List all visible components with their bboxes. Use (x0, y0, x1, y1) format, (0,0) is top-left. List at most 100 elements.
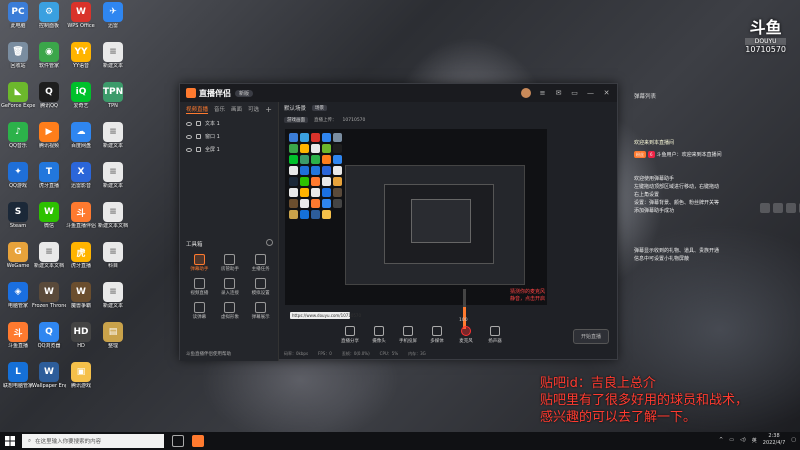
desktop-icon[interactable]: ≡ 新建文本 (96, 42, 130, 69)
desktop-icon[interactable]: ▤ 整理 (96, 322, 130, 349)
desktop-icon[interactable]: ≡ 新建文本文档 (96, 202, 130, 229)
desktop-icon[interactable]: ✦ QQ游戏 (1, 162, 35, 189)
scene-badge[interactable]: 场景 (312, 105, 328, 111)
user-avatar[interactable] (521, 88, 531, 98)
desktop-icon[interactable]: ▶ 腾讯视频 (32, 122, 66, 149)
desktop-icon[interactable]: ≡ 新建文本 (96, 122, 130, 149)
desktop-icon[interactable]: ≡ 新建文本 (96, 282, 130, 309)
message-icon[interactable]: ✉ (554, 89, 563, 98)
microphone-button[interactable]: 麦克风 (456, 326, 476, 344)
desktop-icon[interactable]: L 联想电脑管家 (1, 362, 35, 389)
notification-icon[interactable]: ▢ (791, 437, 796, 443)
restore-icon[interactable]: ▭ (570, 89, 579, 98)
desktop-icon[interactable]: ◉ 软件管家 (32, 42, 66, 69)
live-preview[interactable] (285, 129, 547, 305)
desktop-icon[interactable]: Q QQ浏览器 (32, 322, 66, 349)
tool-item[interactable]: 读弹幕 (184, 302, 215, 320)
app-icon: Q (39, 82, 59, 102)
close-icon[interactable]: ✕ (602, 89, 611, 98)
tool-item[interactable]: 虚拟形象 (215, 302, 246, 320)
desktop-icon[interactable]: ☁ 百度网盘 (64, 122, 98, 149)
tab-music[interactable]: 音乐 (214, 105, 225, 114)
desktop-icon[interactable]: 🗑 回收站 (1, 42, 35, 69)
tab-optional[interactable]: 可选 (248, 105, 259, 114)
minimize-icon[interactable]: — (586, 89, 595, 98)
tool-item[interactable]: 弹幕展示 (245, 302, 276, 320)
desktop-icon[interactable]: 斗斗鱼直播 (1, 322, 35, 349)
window-titlebar[interactable]: 直播伴侣 新版 ≡ ✉ ▭ — ✕ (180, 84, 617, 102)
lock-icon[interactable] (196, 121, 201, 126)
tool-item[interactable]: 视频直播 (184, 278, 215, 296)
volume-slider[interactable] (463, 289, 466, 329)
start-live-button[interactable]: 开始直播 (572, 329, 609, 344)
desktop-icon[interactable]: ≡ 科目 (96, 242, 130, 269)
desktop-icon[interactable]: ◈ 电脑管家 (1, 282, 35, 309)
desktop-icon[interactable]: iQ 爱奇艺 (64, 82, 98, 109)
tool-item[interactable]: 录入连接 (215, 278, 246, 296)
lock-icon[interactable] (196, 134, 201, 139)
desktop-icon[interactable]: 虎虎牙直播 (64, 242, 98, 269)
desktop-icon[interactable]: PC 此电脑 (1, 2, 35, 29)
help-link[interactable]: 斗鱼直播伴侣使用帮助 (186, 351, 231, 357)
minimize-icon[interactable] (786, 203, 796, 213)
more-icon[interactable] (266, 239, 273, 246)
source-item[interactable]: 窗口 1 (180, 130, 278, 143)
desktop-icon[interactable]: ≡ 新建文本 (96, 162, 130, 189)
phone-cast-button[interactable]: 手机投屏 (398, 326, 418, 344)
lock-icon[interactable] (196, 147, 201, 152)
desktop-icon[interactable]: W Frozen Throne (32, 282, 66, 309)
share-button[interactable]: 直播分享 (340, 326, 360, 344)
desktop-icon[interactable]: HD HD (64, 322, 98, 349)
desktop-icon[interactable]: S Steam (1, 202, 35, 229)
eye-icon[interactable] (186, 147, 192, 152)
clock[interactable]: 2:38 2022/4/7 (763, 433, 785, 447)
desktop-icon[interactable]: W WPS Office (64, 2, 98, 29)
media-button[interactable]: 多媒体 (427, 326, 447, 344)
desktop-icon[interactable]: W 魔兽争霸 (64, 282, 98, 309)
desktop-icon[interactable]: ◣GeForce Experience (1, 82, 35, 109)
douyu-taskbar-icon[interactable] (192, 435, 204, 447)
desktop-icon[interactable]: WWallpaper Engine (32, 362, 66, 389)
tool-item[interactable]: 房管助手 (215, 254, 246, 272)
tab-video-live[interactable]: 视频直播 (186, 105, 209, 114)
desktop-icon[interactable]: Q 腾讯QQ (32, 82, 66, 109)
tool-item[interactable]: 模拟设置 (245, 278, 276, 296)
danmaku-panel[interactable]: 弹幕列表 欢迎来到本直播间 粉丝 6 斗鱼用户：欢迎来到本直播间 欢迎使用弹幕助手 … (620, 88, 800, 310)
settings-icon[interactable] (773, 203, 783, 213)
desktop-icon[interactable]: ≡ 新建文本文档 (32, 242, 66, 269)
app-icon: ☁ (71, 122, 91, 142)
task-view-icon[interactable] (172, 435, 184, 447)
chevron-up-icon[interactable]: ^ (719, 437, 723, 443)
desktop-icon-label: 斗鱼直播伴侣 (65, 223, 96, 229)
desktop-icon[interactable]: ▣ 腾讯游戏 (64, 362, 98, 389)
source-item[interactable]: 文本 1 (180, 117, 278, 130)
version-badge[interactable]: 新版 (235, 89, 254, 97)
speaker-button[interactable]: 扬声器 (485, 326, 505, 344)
desktop-icon[interactable]: 斗斗鱼直播伴侣 (64, 202, 98, 229)
desktop-icon[interactable]: W 微信 (32, 202, 66, 229)
taskbar-search[interactable]: ⌕ 在这里输入你要搜索的内容 (22, 434, 164, 448)
desktop-icon[interactable]: YY YY语音 (64, 42, 98, 69)
volume-icon[interactable]: ◁) (740, 437, 746, 443)
lock-icon[interactable] (760, 203, 770, 213)
game-capture-button[interactable]: 游戏画面 (284, 117, 308, 123)
eye-icon[interactable] (186, 134, 192, 139)
add-source-icon[interactable]: + (265, 105, 272, 114)
eye-icon[interactable] (186, 121, 192, 126)
ime-indicator[interactable]: 英 (752, 437, 757, 444)
camera-button[interactable]: 摄像头 (369, 326, 389, 344)
tab-screen[interactable]: 画面 (231, 105, 242, 114)
desktop-icon[interactable]: X 迅雷影音 (64, 162, 98, 189)
source-item[interactable]: 全屏 1 (180, 143, 278, 156)
desktop-icon[interactable]: ♪ QQ音乐 (1, 122, 35, 149)
desktop-icon[interactable]: ⚙ 控制面板 (32, 2, 66, 29)
network-icon[interactable]: ▭ (729, 437, 734, 443)
desktop-icon[interactable]: T 虎牙直播 (32, 162, 66, 189)
menu-icon[interactable]: ≡ (538, 89, 547, 98)
desktop-icon[interactable]: TPN TPN (96, 82, 130, 109)
tool-item[interactable]: 主播任务 (245, 254, 276, 272)
desktop-icon[interactable]: ✈ 迅雷 (96, 2, 130, 29)
start-button[interactable] (0, 432, 20, 450)
tool-item[interactable]: 弹幕助手 (184, 254, 215, 272)
desktop-icon[interactable]: G WeGame (1, 242, 35, 269)
